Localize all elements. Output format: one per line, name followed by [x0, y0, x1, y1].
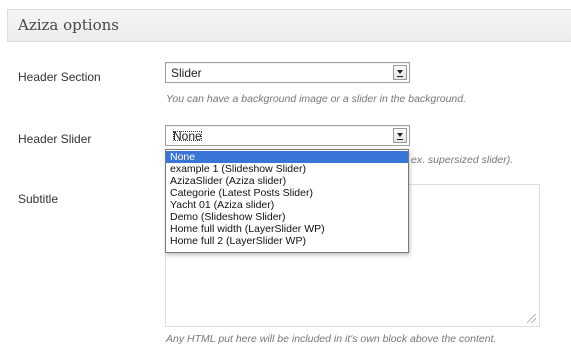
- dropdown-option[interactable]: Home full 2 (LayerSlider WP): [166, 235, 408, 247]
- header-slider-help-fragment: ex. supersized slider).: [411, 154, 514, 166]
- dropdown-option[interactable]: Demo (Slideshow Slider): [166, 211, 408, 223]
- header-section-label: Header Section: [18, 70, 101, 84]
- resize-handle-icon[interactable]: [527, 314, 536, 323]
- dropdown-option[interactable]: None: [166, 151, 408, 163]
- chevron-down-icon[interactable]: [393, 128, 407, 143]
- header-section-select[interactable]: Slider: [165, 62, 410, 83]
- header-slider-select-value: None: [172, 129, 202, 143]
- dropdown-option[interactable]: example 1 (Slideshow Slider): [166, 163, 408, 175]
- dropdown-option[interactable]: Home full width (LayerSlider WP): [166, 223, 408, 235]
- subtitle-label: Subtitle: [18, 192, 59, 206]
- header-slider-select[interactable]: None: [165, 125, 410, 146]
- chevron-down-icon[interactable]: [393, 65, 407, 80]
- dropdown-option[interactable]: Yacht 01 (Aziza slider): [166, 199, 408, 211]
- header-slider-label: Header Slider: [18, 132, 92, 146]
- dropdown-option[interactable]: Categorie (Latest Posts Slider): [166, 187, 408, 199]
- header-section-help: You can have a background image or a sli…: [166, 93, 467, 105]
- panel-title: Aziza options: [18, 16, 119, 34]
- header-slider-dropdown-list[interactable]: None example 1 (Slideshow Slider) AzizaS…: [165, 149, 409, 253]
- panel-header: Aziza options: [7, 9, 571, 42]
- subtitle-help: Any HTML put here will be included in it…: [166, 333, 497, 345]
- aziza-options-panel: Aziza options Header Section Slider You …: [0, 0, 571, 345]
- header-section-select-value: Slider: [171, 66, 202, 80]
- dropdown-option[interactable]: AzizaSlider (Aziza slider): [166, 175, 408, 187]
